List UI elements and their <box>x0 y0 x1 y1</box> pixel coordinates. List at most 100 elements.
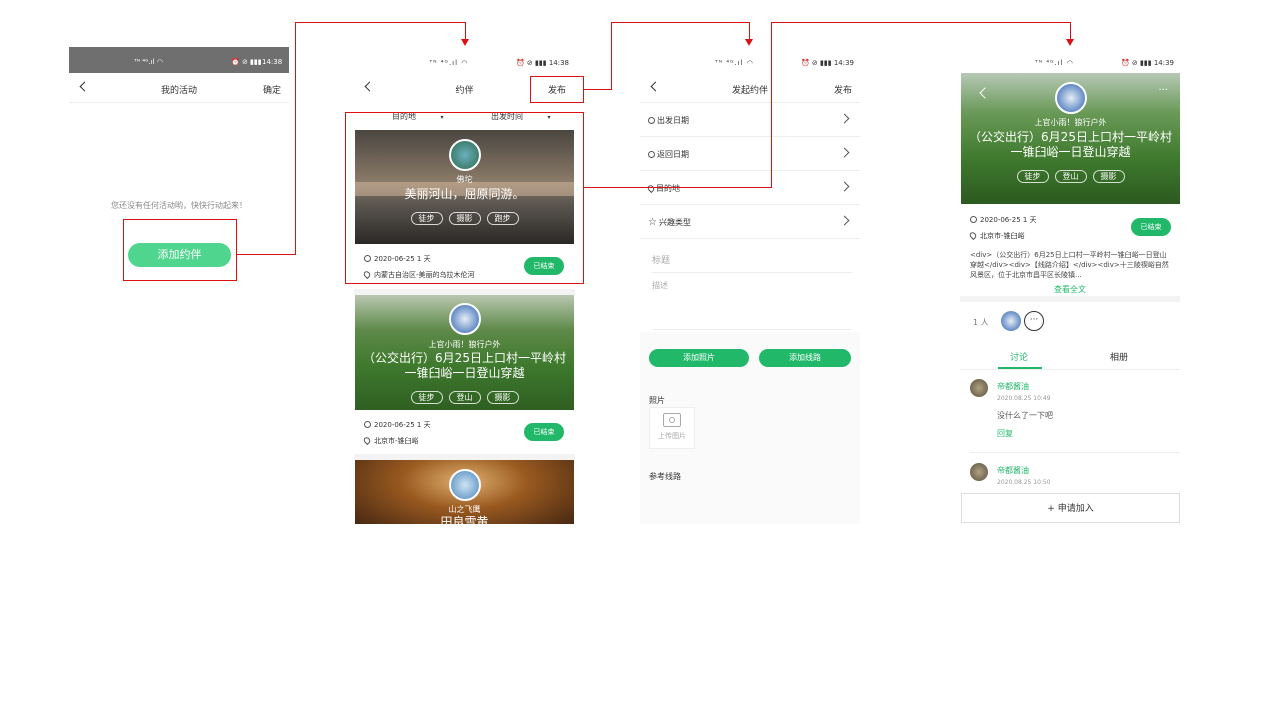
section-divider <box>960 296 1180 302</box>
activity-card-image[interactable]: 山之飞鹰 田良雪黄 <box>355 460 574 524</box>
status-bar: ᵀᴺ ⁴ᴳ.ıl ◠ ⏰ ⊘ ▮▮▮ 14:38 <box>354 47 575 73</box>
avatar <box>448 303 481 335</box>
highlight-publish <box>530 76 584 103</box>
location-icon <box>646 183 656 194</box>
activity-title: 田良雪黄 <box>440 515 489 524</box>
activity-card-image[interactable]: 上官小雨！狼行户外 （公交出行）6月25日上口村一平岭村一锥臼峪一日登山穿越 徒… <box>355 295 574 410</box>
title-input[interactable]: 标题 <box>652 253 852 273</box>
highlight-card <box>345 112 584 284</box>
annotation-line <box>584 187 772 188</box>
screen-activity-detail: ᵀᴺ ⁴ᴳ.ıl ◠ ⏰ ⊘ ▮▮▮ 14:39 ··· 上官小雨！狼行户外 （… <box>960 47 1180 524</box>
annotation-line <box>295 22 296 255</box>
annotation-line <box>465 22 466 40</box>
status-left: ᵀᴺ ⁴ᴳ.ıl ◠ <box>429 59 469 67</box>
annotation-arrow <box>1066 39 1074 46</box>
clock-icon <box>364 421 371 428</box>
row-interest-type[interactable]: ☆ 兴趣类型 <box>640 205 860 239</box>
status-time: ⏰ ⊘ ▮▮▮ 14:39 <box>1120 59 1174 67</box>
tag: 徒步 <box>410 391 443 404</box>
screen-create-companion: ᵀᴺ ⁴ᴳ.ıl ◠ ⏰ ⊘ ▮▮▮ 14:39 发起约伴 发布 出发日期 返回… <box>640 47 860 524</box>
annotation-line <box>771 22 1071 23</box>
tag: 登山 <box>448 391 481 404</box>
clock-icon <box>648 151 655 158</box>
back-icon[interactable] <box>979 87 991 99</box>
status-ended-button[interactable]: 已结束 <box>524 423 564 441</box>
chevron-right-icon <box>839 113 850 124</box>
empty-text: 您还没有任何活动哟，快快行动起来！ <box>111 201 247 210</box>
organizer-name: 上官小雨！狼行户外 <box>1034 118 1107 127</box>
annotation-arrow <box>461 39 469 46</box>
annotation-line <box>584 89 612 90</box>
location-icon <box>968 230 978 241</box>
comment-user[interactable]: 帝都酱油 <box>997 381 1029 392</box>
description-input[interactable]: 描述 <box>652 280 852 330</box>
upload-label: 上传图片 <box>658 432 686 440</box>
tag: 徒步 <box>1016 170 1049 183</box>
status-time: ⏰ ⊘ ▮▮▮ 14:39 <box>800 59 854 67</box>
activity-title: （公交出行）6月25日上口村一平岭村一锥臼峪一日登山穿越 <box>969 130 1172 159</box>
annotation-line <box>295 22 465 23</box>
detail-cover: ··· 上官小雨！狼行户外 （公交出行）6月25日上口村一平岭村一锥臼峪一日登山… <box>961 73 1180 204</box>
annotation-line <box>749 22 750 40</box>
row-depart-date[interactable]: 出发日期 <box>640 103 860 137</box>
status-time: ⏰ ⊘ ▮▮▮ 14:38 <box>515 59 569 67</box>
comment-time: 2020.08.25 10:49 <box>997 395 1051 402</box>
tab-album[interactable]: 相册 <box>1110 350 1128 363</box>
location-icon <box>362 435 372 446</box>
row-destination[interactable]: 目的地 <box>640 171 860 205</box>
highlight-add-button <box>123 219 237 281</box>
annotation-line <box>611 22 612 90</box>
status-left: ᵀᴺ ⁴ᴳ.ıl ◠ <box>1035 59 1074 67</box>
status-left: ᵀᴺ ⁴ᴳ.ıl ◠ <box>715 59 754 67</box>
upload-photo-button[interactable]: 上传图片 <box>649 407 695 449</box>
star-icon: ☆ <box>648 217 657 228</box>
tag-list: 徒步 登山 摄影 <box>355 385 574 404</box>
comment-time: 2020.08.25 10:50 <box>997 479 1051 486</box>
comment-avatar <box>970 379 988 397</box>
apply-join-button[interactable]: + 申请加入 <box>961 493 1180 523</box>
annotation-line <box>771 22 772 188</box>
activity-date: 2020-06-25 1 天 <box>364 420 431 430</box>
organizer-name: 上官小雨！狼行户外 <box>428 340 501 349</box>
tabs-divider <box>960 369 1180 370</box>
page-title: 发起约伴 <box>731 86 768 96</box>
clock-icon <box>970 216 977 223</box>
activity-place: 北京市-锥臼峪 <box>968 230 1025 241</box>
activity-title: （公交出行）6月25日上口村一平岭村一锥臼峪一日登山穿越 <box>363 351 566 380</box>
clock-icon <box>648 117 655 124</box>
read-more-link[interactable]: 查看全文 <box>960 284 1180 295</box>
status-bar: ᵀᴺ ⁴ᴳ.ıl ◠ ⏰ ⊘ ▮▮▮ 14:39 <box>640 47 860 73</box>
member-avatar[interactable] <box>1001 311 1021 331</box>
tab-discuss[interactable]: 讨论 <box>1010 350 1028 363</box>
status-bar: ᵀᴺ ⁴ᴳ.ıl ◠ ⏰ ⊘ ▮▮▮ 14:38 <box>69 47 289 73</box>
activity-description: <div>（公交出行）6月25日上口村一平岭村一锥臼峪一日登山穿越</div><… <box>970 251 1169 279</box>
avatar <box>1054 82 1087 114</box>
navbar: 我的活动 确定 <box>69 75 289 103</box>
comment-text: 没什么了一下吧 <box>997 411 1053 420</box>
reply-button[interactable]: 回复 <box>997 428 1013 439</box>
annotation-line <box>237 254 296 255</box>
chevron-right-icon <box>839 181 850 192</box>
add-route-button[interactable]: 添加线路 <box>759 349 851 367</box>
annotation-line <box>1070 22 1071 40</box>
organizer-name: 山之飞鹰 <box>448 505 481 514</box>
more-menu-icon[interactable]: ··· <box>1158 85 1168 96</box>
comment-avatar <box>970 463 988 481</box>
photos-label: 照片 <box>649 396 665 405</box>
tag: 登山 <box>1054 170 1087 183</box>
more-members-icon[interactable]: ··· <box>1024 311 1044 331</box>
navbar: 发起约伴 发布 <box>640 75 860 103</box>
comment-divider <box>970 452 1180 453</box>
confirm-button[interactable]: 确定 <box>263 83 281 96</box>
comment-user[interactable]: 帝都酱油 <box>997 465 1029 476</box>
chevron-right-icon <box>839 147 850 158</box>
row-return-date[interactable]: 返回日期 <box>640 137 860 171</box>
avatar <box>448 469 481 501</box>
status-left: ᵀᴺ ⁴ᴳ.ıl ◠ <box>134 58 163 66</box>
annotation-arrow <box>745 39 753 46</box>
publish-button[interactable]: 发布 <box>834 83 852 96</box>
add-photo-button[interactable]: 添加照片 <box>649 349 749 367</box>
status-ended-button[interactable]: 已结束 <box>1131 218 1171 236</box>
tag: 摄影 <box>486 391 519 404</box>
activity-place: 北京市-锥臼峪 <box>362 435 419 446</box>
